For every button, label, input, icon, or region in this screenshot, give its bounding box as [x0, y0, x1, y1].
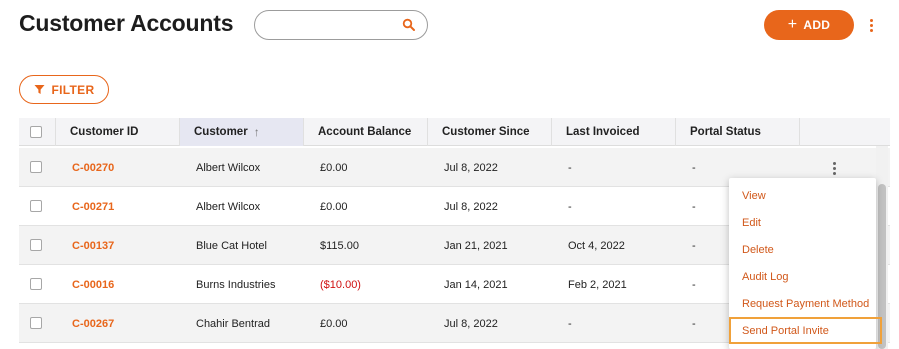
header-label: Customer ID: [70, 126, 139, 138]
plus-icon: +: [787, 16, 798, 33]
row-checkbox[interactable]: [30, 200, 42, 212]
account-balance: ($10.00): [320, 278, 361, 291]
last-invoiced: Oct 4, 2022: [568, 239, 625, 252]
header-customer-since[interactable]: Customer Since: [428, 118, 552, 146]
header-account-balance[interactable]: Account Balance: [304, 118, 428, 146]
funnel-icon: [34, 85, 45, 94]
table-header: Customer ID Customer ↑ Account Balance Cu…: [19, 118, 890, 146]
last-invoiced: -: [568, 200, 572, 213]
menu-item-view[interactable]: View: [729, 182, 876, 209]
customer-name: Burns Industries: [196, 278, 276, 291]
filter-button[interactable]: FILTER: [19, 75, 109, 104]
last-invoiced: -: [568, 317, 572, 330]
account-balance: £0.00: [320, 161, 348, 174]
row-actions-kebab-icon[interactable]: [830, 159, 838, 177]
menu-item-delete[interactable]: Delete: [729, 236, 876, 263]
last-invoiced: Feb 2, 2021: [568, 278, 627, 291]
header-portal-status[interactable]: Portal Status: [676, 118, 800, 146]
customer-name: Chahir Bentrad: [196, 317, 270, 330]
customer-name: Albert Wilcox: [196, 200, 261, 213]
add-button[interactable]: + ADD: [764, 10, 854, 40]
customer-since: Jul 8, 2022: [444, 161, 498, 174]
row-checkbox[interactable]: [30, 239, 42, 251]
account-balance: £0.00: [320, 317, 348, 330]
row-actions-menu: View Edit Delete Audit Log Request Payme…: [729, 178, 882, 349]
header-label: Last Invoiced: [566, 126, 640, 138]
header-checkbox-column: [19, 118, 56, 146]
customer-since: Jan 14, 2021: [444, 278, 508, 291]
menu-item-edit[interactable]: Edit: [729, 209, 876, 236]
header-customer[interactable]: Customer ↑: [180, 118, 304, 146]
add-button-label: ADD: [803, 18, 831, 32]
menu-item-audit-log[interactable]: Audit Log: [729, 263, 876, 290]
header-label: Portal Status: [690, 126, 761, 138]
sort-ascending-icon: ↑: [253, 125, 260, 139]
customer-since: Jul 8, 2022: [444, 317, 498, 330]
portal-status: -: [692, 239, 696, 252]
customer-name: Albert Wilcox: [196, 161, 261, 174]
customer-id-link[interactable]: C-00016: [72, 265, 114, 304]
row-checkbox[interactable]: [30, 317, 42, 329]
last-invoiced: -: [568, 161, 572, 174]
portal-status: -: [692, 278, 696, 291]
menu-item-request-payment-method[interactable]: Request Payment Method: [729, 290, 876, 317]
header-label: Account Balance: [318, 126, 412, 138]
customer-id-link[interactable]: C-00137: [72, 226, 114, 265]
header-last-invoiced[interactable]: Last Invoiced: [552, 118, 676, 146]
portal-status: -: [692, 317, 696, 330]
header-label: Customer Since: [442, 126, 530, 138]
customer-id-link[interactable]: C-00270: [72, 148, 114, 187]
portal-status: -: [692, 200, 696, 213]
portal-status: -: [692, 161, 696, 174]
customer-id-link[interactable]: C-00267: [72, 304, 114, 343]
header-customer-id[interactable]: Customer ID: [56, 118, 180, 146]
account-balance: £0.00: [320, 200, 348, 213]
customer-name: Blue Cat Hotel: [196, 239, 267, 252]
account-balance: $115.00: [320, 239, 359, 252]
header-label: Customer: [194, 126, 248, 138]
row-checkbox[interactable]: [30, 278, 42, 290]
customer-since: Jul 8, 2022: [444, 200, 498, 213]
search-input[interactable]: [267, 17, 397, 33]
search-box[interactable]: [254, 10, 428, 40]
row-checkbox[interactable]: [30, 161, 42, 173]
page-title: Customer Accounts: [19, 10, 234, 36]
search-icon[interactable]: [402, 18, 416, 32]
kebab-icon[interactable]: [864, 14, 878, 36]
customer-id-link[interactable]: C-00271: [72, 187, 114, 226]
menu-item-send-portal-invite[interactable]: Send Portal Invite: [729, 317, 882, 344]
filter-button-label: FILTER: [51, 82, 95, 97]
customer-since: Jan 21, 2021: [444, 239, 508, 252]
